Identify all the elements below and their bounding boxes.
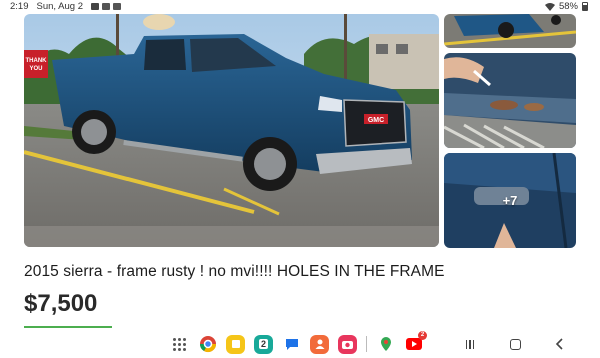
photo-gallery: THANK YOU GMC +7 [0, 14, 600, 250]
main-photo[interactable]: THANK YOU GMC [24, 14, 439, 247]
taskbar-dock: 2 2 [170, 330, 427, 356]
recents-icon [465, 339, 475, 349]
apps-grid-icon[interactable] [170, 335, 189, 354]
wifi-icon [544, 2, 555, 11]
sign-text: THANK [26, 58, 48, 64]
messages-icon[interactable] [282, 334, 301, 354]
youtube-icon [112, 3, 121, 10]
more-photos-badge[interactable]: +7 [444, 153, 576, 248]
navigation-bar [460, 334, 570, 354]
home-button[interactable] [505, 334, 525, 354]
youtube-icon[interactable]: 2 [404, 330, 427, 354]
svg-text:YOU: YOU [29, 66, 42, 72]
thumbnail-1[interactable] [444, 14, 576, 48]
calendar-icon[interactable]: 2 [254, 334, 273, 354]
thumbnail-3[interactable]: +7 [444, 153, 576, 248]
home-icon [509, 338, 521, 350]
svg-text:GMC: GMC [368, 117, 384, 124]
chrome-icon[interactable] [198, 334, 217, 354]
youtube-icon [101, 3, 110, 10]
back-icon [555, 338, 563, 350]
status-bar: 2:19 Sun, Aug 2 58% [0, 0, 600, 14]
listing-title: 2015 sierra - frame rusty ! no mvi!!!! H… [24, 263, 445, 280]
dock-divider [366, 336, 367, 352]
status-date: Sun, Aug 2 [36, 1, 83, 12]
notification-badge: 2 [418, 330, 427, 340]
recents-button[interactable] [460, 334, 480, 354]
listing-price: $7,500 [24, 290, 98, 317]
price-underline [24, 326, 112, 328]
camera-icon[interactable] [338, 334, 357, 354]
notes-icon[interactable] [226, 334, 245, 354]
back-button[interactable] [550, 334, 570, 354]
status-time: 2:19 [10, 1, 29, 12]
gallery-icon [90, 3, 99, 10]
contacts-icon[interactable] [310, 334, 329, 354]
battery-icon [582, 2, 588, 11]
maps-icon[interactable] [376, 334, 395, 354]
thumbnail-2[interactable] [444, 53, 576, 148]
battery-percent: 58% [558, 1, 578, 12]
